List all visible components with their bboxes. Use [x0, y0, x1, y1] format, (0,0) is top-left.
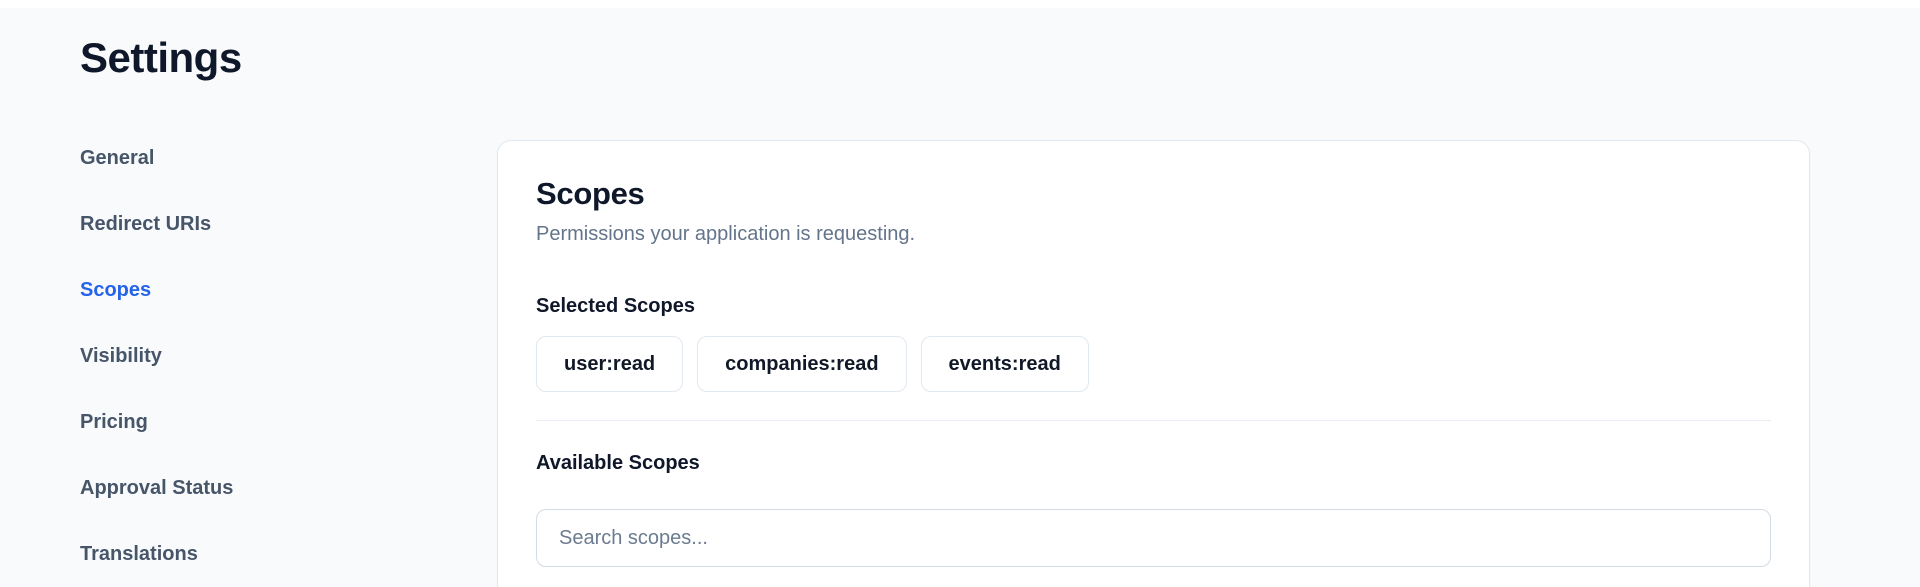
settings-page: Settings General Redirect URIs Scopes Vi…: [0, 8, 1920, 587]
page-title: Settings: [80, 30, 1810, 86]
top-strip: [0, 0, 1920, 8]
scopes-card-title: Scopes: [536, 174, 1771, 214]
sidebar-item-pricing[interactable]: Pricing: [80, 410, 148, 434]
scope-chip-companies-read[interactable]: companies:read: [697, 336, 906, 392]
section-divider: [536, 420, 1771, 421]
content-layout: General Redirect URIs Scopes Visibility …: [80, 140, 1810, 587]
available-scopes-heading: Available Scopes: [536, 451, 1771, 476]
sidebar-item-scopes[interactable]: Scopes: [80, 278, 151, 302]
sidebar-item-translations[interactable]: Translations: [80, 542, 198, 566]
selected-scopes-heading: Selected Scopes: [536, 294, 1771, 319]
sidebar-item-redirect-uris[interactable]: Redirect URIs: [80, 212, 211, 236]
sidebar-item-approval-status[interactable]: Approval Status: [80, 476, 233, 500]
scope-chip-events-read[interactable]: events:read: [921, 336, 1089, 392]
sidebar-item-general[interactable]: General: [80, 146, 154, 170]
scopes-card-subtitle: Permissions your application is requesti…: [536, 221, 1771, 247]
search-scopes-input[interactable]: [536, 509, 1771, 567]
selected-scopes-list: user:read companies:read events:read: [536, 336, 1771, 392]
settings-sidebar: General Redirect URIs Scopes Visibility …: [80, 140, 497, 587]
sidebar-item-visibility[interactable]: Visibility: [80, 344, 162, 368]
scope-chip-user-read[interactable]: user:read: [536, 336, 683, 392]
scopes-card: Scopes Permissions your application is r…: [497, 140, 1810, 587]
